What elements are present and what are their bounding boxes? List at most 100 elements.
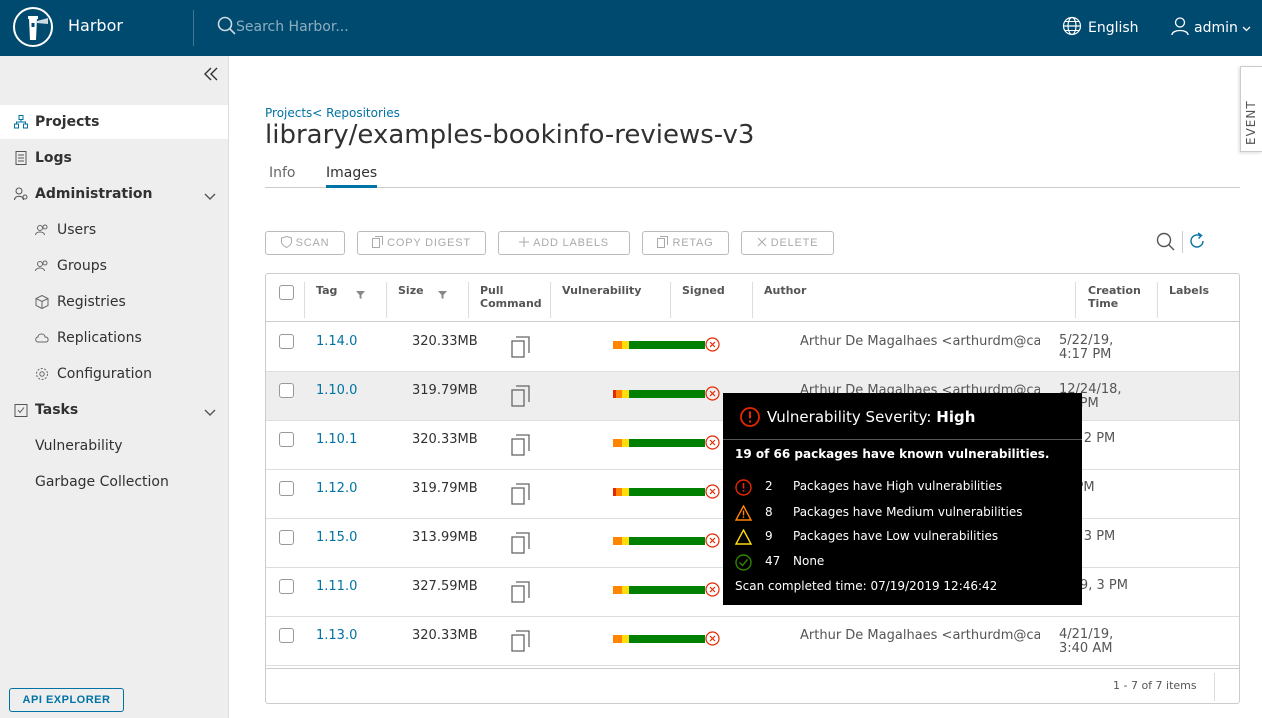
row-checkbox[interactable] xyxy=(279,334,294,349)
column-header-creation-time[interactable]: Creation Time xyxy=(1088,284,1150,310)
tab-images[interactable]: Images xyxy=(326,165,378,188)
vulnerability-bar-none xyxy=(629,390,705,398)
tag-link[interactable]: 1.14.0 xyxy=(316,334,357,349)
sidebar-item-label: Logs xyxy=(35,150,72,166)
search-icon[interactable] xyxy=(1156,232,1175,255)
column-header-labels[interactable]: Labels xyxy=(1169,284,1209,297)
retag-label: RETAG xyxy=(672,237,714,249)
copy-pull-command-icon[interactable] xyxy=(511,483,531,509)
collapse-sidebar-icon[interactable] xyxy=(203,66,219,86)
column-separator xyxy=(386,282,387,318)
vulnerability-bar[interactable] xyxy=(613,390,705,398)
groups-icon xyxy=(35,259,49,273)
copy-pull-command-icon[interactable] xyxy=(511,385,531,411)
column-separator xyxy=(1157,282,1158,318)
tag-link[interactable]: 1.15.0 xyxy=(316,530,357,545)
copy-pull-command-icon[interactable] xyxy=(511,336,531,362)
sidebar-item-users[interactable]: Users xyxy=(0,213,228,247)
row-checkbox[interactable] xyxy=(279,383,294,398)
vulnerability-bar-none xyxy=(629,586,705,594)
tooltip-count: 2 xyxy=(765,479,773,493)
add-labels-button[interactable]: ADD LABELS xyxy=(498,231,630,255)
tooltip-text: None xyxy=(793,554,825,568)
event-panel-tab[interactable]: EVENT xyxy=(1240,66,1262,152)
api-explorer-button[interactable]: API EXPLORER xyxy=(9,688,124,712)
vulnerability-bar-low xyxy=(622,341,629,349)
table-row[interactable]: 1.14.0 320.33MB Arthur De Magalhaes <arthu… xyxy=(266,323,1239,372)
vulnerability-bar[interactable] xyxy=(613,439,705,447)
refresh-icon[interactable] xyxy=(1188,232,1206,254)
tag-link[interactable]: 1.13.0 xyxy=(316,628,357,643)
select-all-checkbox[interactable] xyxy=(279,285,294,300)
tooltip-count: 8 xyxy=(765,505,773,519)
gear-icon xyxy=(35,367,49,381)
sidebar-item-garbage-collection[interactable]: Garbage Collection xyxy=(0,465,228,499)
image-size: 320.33MB xyxy=(412,628,478,643)
vulnerability-bar[interactable] xyxy=(613,341,705,349)
sidebar-item-label: Projects xyxy=(35,114,100,130)
copy-digest-button[interactable]: COPY DIGEST xyxy=(357,231,486,255)
column-header-signed[interactable]: Signed xyxy=(682,284,725,297)
tag-link[interactable]: 1.10.0 xyxy=(316,383,357,398)
vulnerability-bar[interactable] xyxy=(613,488,705,496)
column-header-vulnerability[interactable]: Vulnerability xyxy=(562,284,641,297)
tooltip-row-high: 2 Packages have High vulnerabilities xyxy=(735,479,1002,499)
vulnerability-bar-medium xyxy=(613,635,622,643)
image-size: 313.99MB xyxy=(412,530,478,545)
row-checkbox[interactable] xyxy=(279,628,294,643)
tooltip-row-medium: 8 Packages have Medium vulnerabilities xyxy=(734,504,1022,524)
column-header-pull-command[interactable]: Pull Command xyxy=(480,284,542,310)
column-header-size[interactable]: Size xyxy=(398,284,424,297)
tag-link[interactable]: 1.11.0 xyxy=(316,579,357,594)
table-row[interactable]: 1.13.0 320.33MB Arthur De Magalhaes <arthu… xyxy=(266,617,1239,666)
harbor-logo[interactable] xyxy=(13,7,53,47)
sidebar-item-replications[interactable]: Replications xyxy=(0,321,228,355)
sidebar-item-vulnerability[interactable]: Vulnerability xyxy=(0,429,228,463)
toolbar-divider xyxy=(1182,231,1183,253)
sidebar-item-label: Replications xyxy=(57,330,142,346)
language-label: English xyxy=(1088,20,1139,36)
retag-button[interactable]: RETAG xyxy=(642,231,729,255)
row-checkbox[interactable] xyxy=(279,579,294,594)
add-labels-label: ADD LABELS xyxy=(533,237,609,249)
scan-completed-time: Scan completed time: 07/19/2019 12:46:42 xyxy=(735,579,998,593)
sidebar-item-projects[interactable]: Projects xyxy=(0,105,228,139)
language-selector[interactable]: English xyxy=(1062,16,1139,40)
brand-name[interactable]: Harbor xyxy=(68,16,123,35)
tab-info[interactable]: Info xyxy=(269,165,296,181)
vulnerability-bar[interactable] xyxy=(613,586,705,594)
row-checkbox[interactable] xyxy=(279,530,294,545)
unsigned-icon xyxy=(705,582,720,601)
copy-pull-command-icon[interactable] xyxy=(511,434,531,460)
image-size: 327.59MB xyxy=(412,579,478,594)
row-checkbox[interactable] xyxy=(279,432,294,447)
filter-icon[interactable] xyxy=(356,288,365,303)
vulnerability-bar-none xyxy=(629,439,705,447)
tag-link[interactable]: 1.12.0 xyxy=(316,481,357,496)
search-input[interactable] xyxy=(236,16,536,38)
sidebar-item-registries[interactable]: Registries xyxy=(0,285,228,319)
copy-pull-command-icon[interactable] xyxy=(511,532,531,558)
projects-icon xyxy=(14,115,28,129)
sidebar-item-administration[interactable]: Administration xyxy=(0,177,228,211)
sidebar-item-configuration[interactable]: Configuration xyxy=(0,357,228,391)
column-header-author[interactable]: Author xyxy=(764,284,806,297)
vulnerability-bar[interactable] xyxy=(613,537,705,545)
delete-button[interactable]: DELETE xyxy=(741,231,834,255)
breadcrumb[interactable]: Projects< Repositories xyxy=(265,106,400,120)
registries-icon xyxy=(35,294,49,310)
user-menu[interactable]: admin xyxy=(1170,16,1251,40)
sidebar-item-groups[interactable]: Groups xyxy=(0,249,228,283)
vulnerability-bar-none xyxy=(629,635,705,643)
sidebar-item-tasks[interactable]: Tasks xyxy=(0,393,228,427)
vulnerability-bar[interactable] xyxy=(613,635,705,643)
column-header-tag[interactable]: Tag xyxy=(316,284,337,297)
scan-button[interactable]: SCAN xyxy=(265,231,345,255)
copy-pull-command-icon[interactable] xyxy=(511,630,531,656)
filter-icon[interactable] xyxy=(438,288,447,303)
sidebar-item-logs[interactable]: Logs xyxy=(0,141,228,175)
tag-link[interactable]: 1.10.1 xyxy=(316,432,357,447)
row-checkbox[interactable] xyxy=(279,481,294,496)
copy-pull-command-icon[interactable] xyxy=(511,581,531,607)
unsigned-icon xyxy=(705,386,720,405)
